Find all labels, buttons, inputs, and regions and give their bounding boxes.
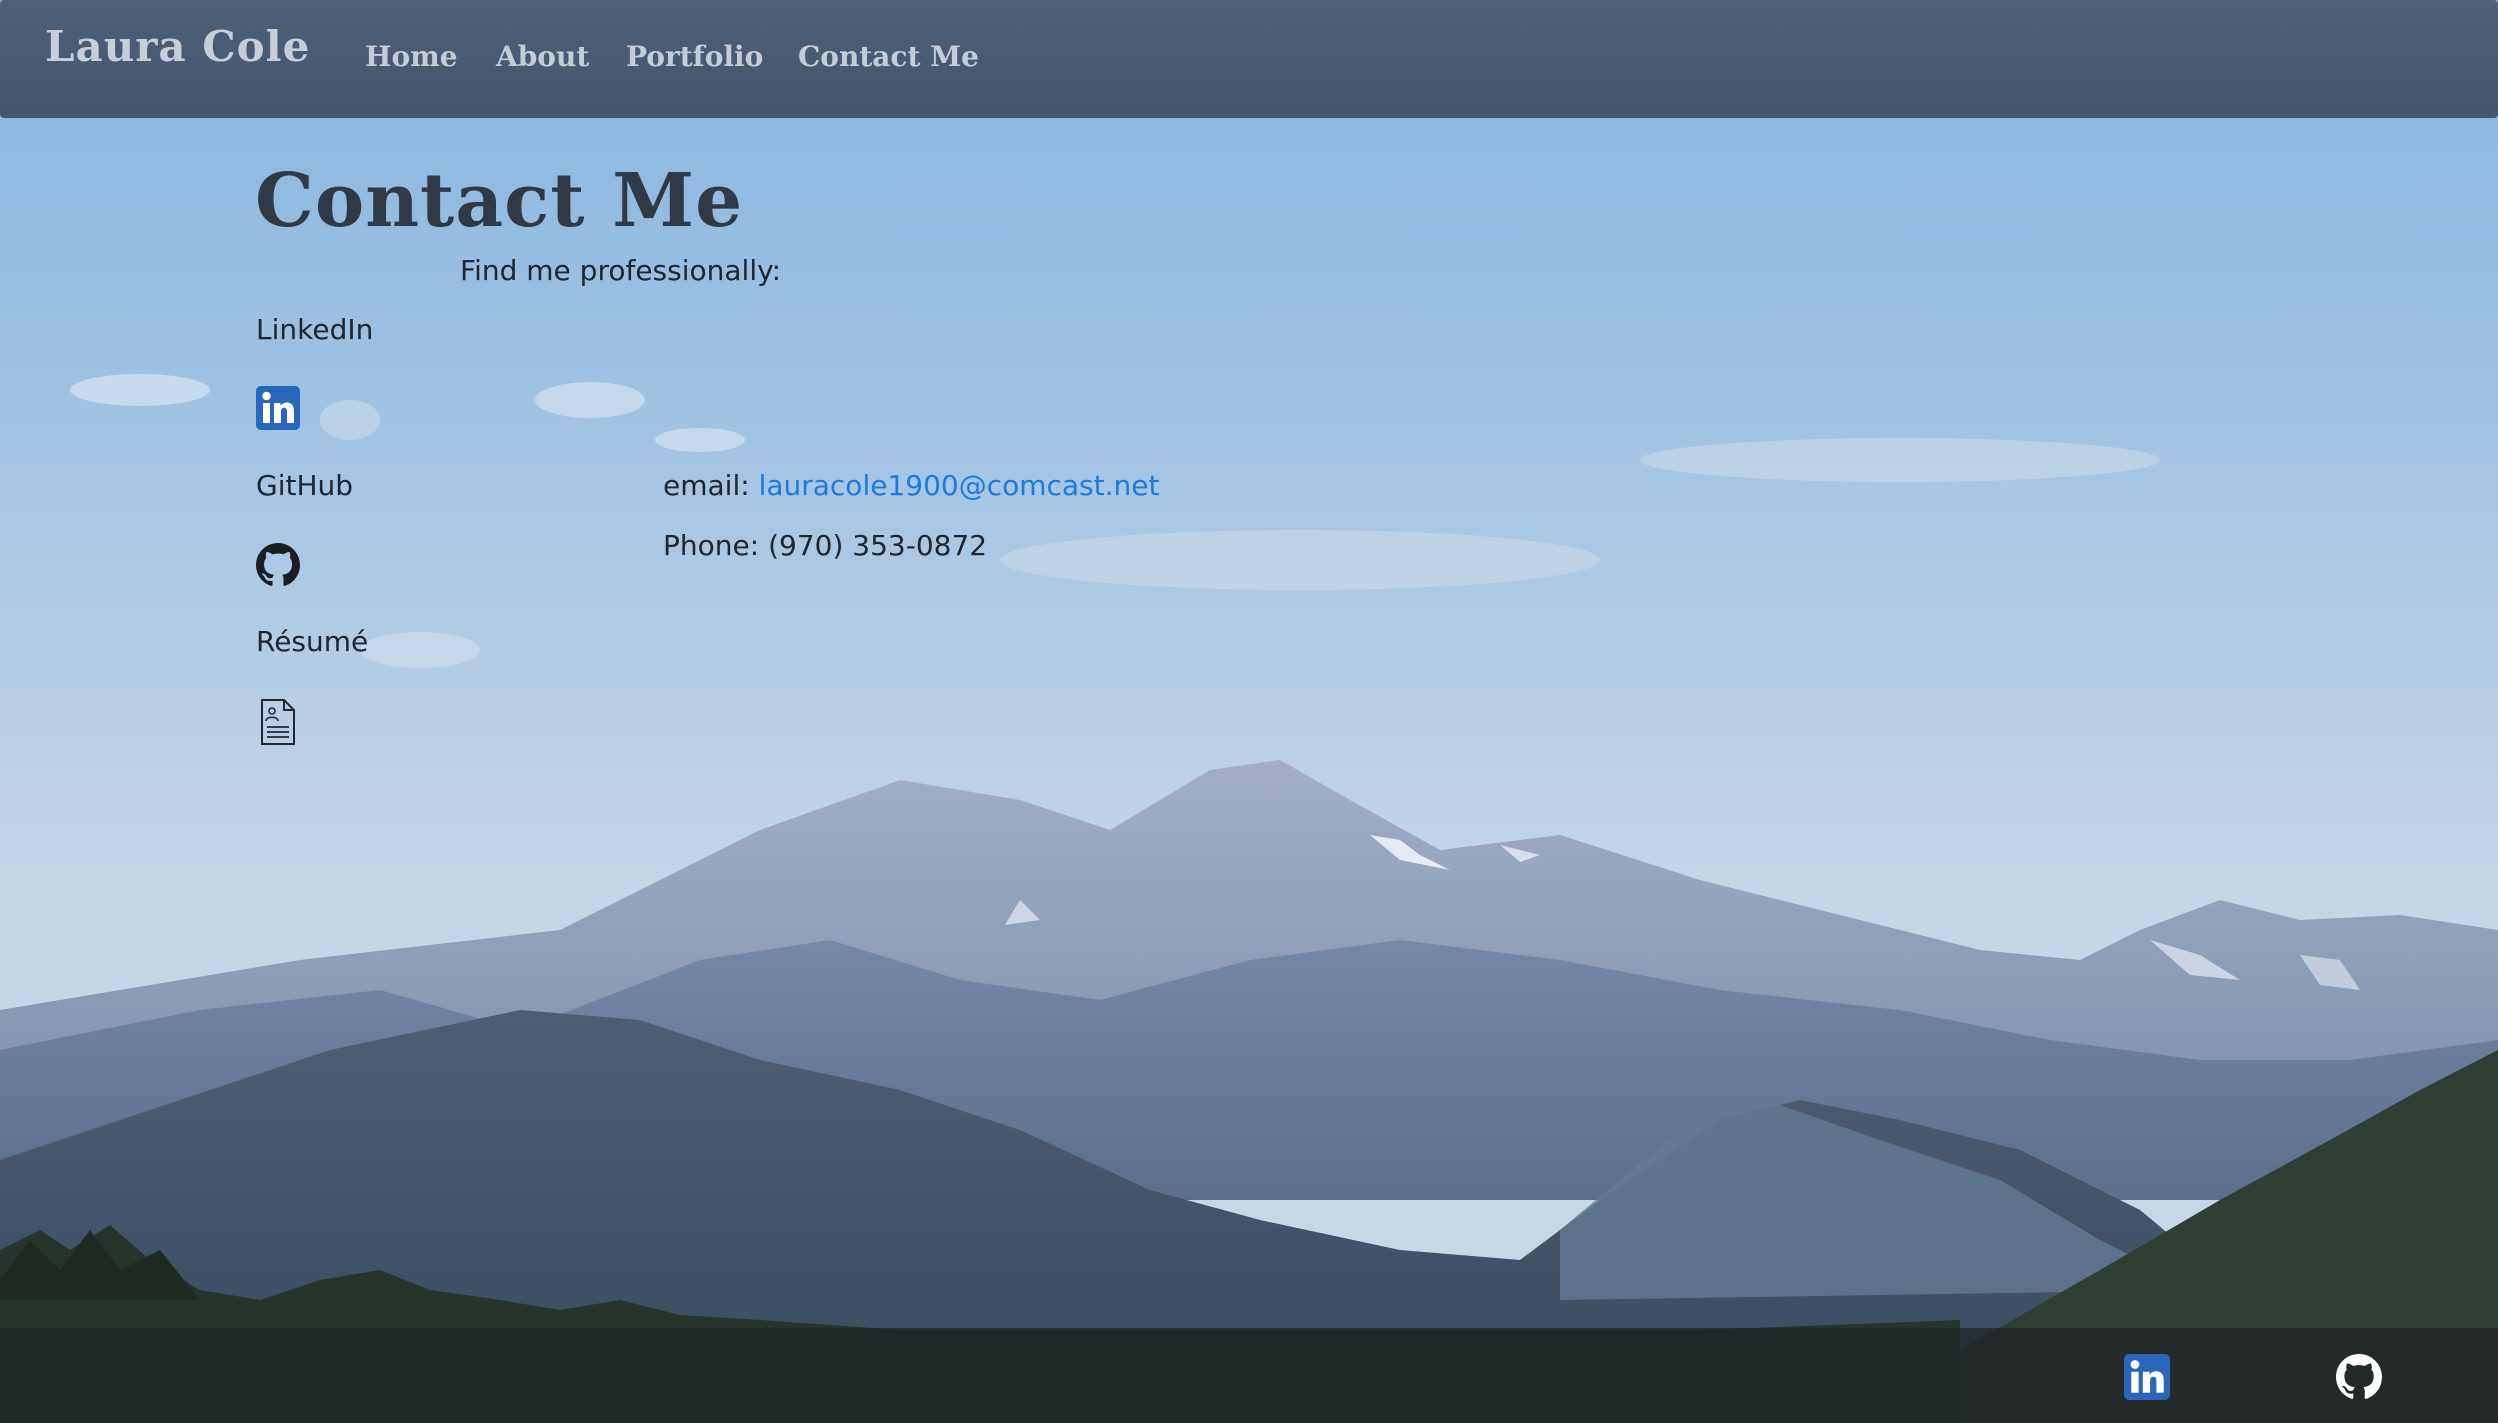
linkedin-profile-link[interactable]: [256, 386, 300, 430]
email-label: email:: [663, 469, 750, 502]
brand-logo-link[interactable]: Laura Cole: [45, 22, 310, 71]
nav-link-about[interactable]: About: [496, 40, 589, 73]
linkedin-label: LinkedIn: [256, 313, 374, 346]
github-profile-link[interactable]: [256, 543, 300, 587]
github-icon: [256, 543, 300, 586]
phone-label: Phone:: [663, 529, 760, 562]
top-navbar: Laura Cole Home About Portfolio Contact …: [0, 0, 2498, 118]
github-label: GitHub: [256, 469, 354, 502]
find-me-heading: Find me professionally:: [460, 254, 782, 287]
footer-github-link[interactable]: [2336, 1354, 2382, 1400]
github-icon: [2336, 1354, 2382, 1399]
linkedin-icon: [2124, 1354, 2170, 1400]
phone-number: (970) 353-0872: [768, 529, 988, 562]
nav-link-contact[interactable]: Contact Me: [798, 40, 979, 73]
resume-link[interactable]: [256, 698, 300, 745]
contact-section: Contact Me Find me professionally: Linke…: [0, 118, 2498, 1328]
footer-linkedin-link[interactable]: [2124, 1354, 2170, 1400]
page-footer: [0, 1328, 2498, 1423]
page-title: Contact Me: [255, 158, 744, 244]
phone-row: Phone: (970) 353-0872: [663, 529, 987, 562]
document-icon: [261, 699, 295, 745]
resume-label: Résumé: [256, 625, 369, 658]
email-link[interactable]: lauracole1900@comcast.net: [759, 469, 1160, 502]
linkedin-icon: [256, 386, 300, 430]
nav-link-portfolio[interactable]: Portfolio: [626, 40, 763, 73]
nav-link-home[interactable]: Home: [365, 40, 458, 73]
email-row: email: lauracole1900@comcast.net: [663, 469, 1159, 502]
